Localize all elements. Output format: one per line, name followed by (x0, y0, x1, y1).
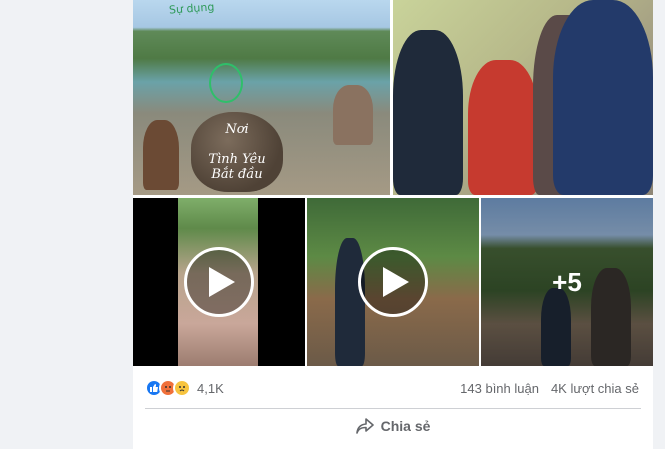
rock-line-2: Tình Yêu (208, 152, 266, 167)
more-photos-count[interactable]: +5 (481, 198, 653, 366)
divider (145, 408, 641, 409)
share-count-link[interactable]: 4K lượt chia sẻ (551, 381, 639, 396)
reaction-count[interactable]: 4,1K (197, 381, 224, 396)
post-stats: 143 bình luận 4K lượt chia sẻ (460, 381, 639, 396)
photo-more[interactable]: +5 (481, 198, 653, 366)
circle-annotation (209, 63, 243, 103)
person-figure (143, 120, 179, 190)
rock-line-3: Bắt đầu (211, 167, 263, 182)
play-icon[interactable] (184, 247, 254, 317)
hand-note-text: Sự dụng (168, 0, 215, 17)
video-thumbnail-1[interactable] (133, 198, 305, 366)
reactions-summary[interactable]: 4,1K (145, 379, 224, 397)
share-arrow-icon (355, 418, 374, 434)
rock-sign: Nơi Tình Yêu Bắt đầu (191, 112, 283, 192)
facebook-post-card: Sự dụng Nơi Tình Yêu Bắt đầu +5 4,1K 143… (133, 0, 653, 449)
sad-reaction-icon (173, 379, 191, 397)
person-figure (468, 60, 538, 195)
rocks-figure (333, 85, 373, 145)
comment-count-link[interactable]: 143 bình luận (460, 381, 539, 396)
photo-lake-rock[interactable]: Sự dụng Nơi Tình Yêu Bắt đầu (133, 0, 390, 195)
rock-text: Nơi Tình Yêu Bắt đầu (191, 112, 283, 182)
share-button[interactable]: Chia sẻ (133, 418, 653, 434)
rock-line-1: Nơi (225, 122, 249, 137)
photo-crowd-altercation[interactable] (393, 0, 653, 195)
person-figure (553, 0, 653, 195)
person-figure (335, 238, 365, 366)
video-thumbnail-2[interactable] (307, 198, 479, 366)
person-figure (393, 30, 463, 195)
play-icon[interactable] (358, 247, 428, 317)
share-label: Chia sẻ (380, 418, 431, 434)
